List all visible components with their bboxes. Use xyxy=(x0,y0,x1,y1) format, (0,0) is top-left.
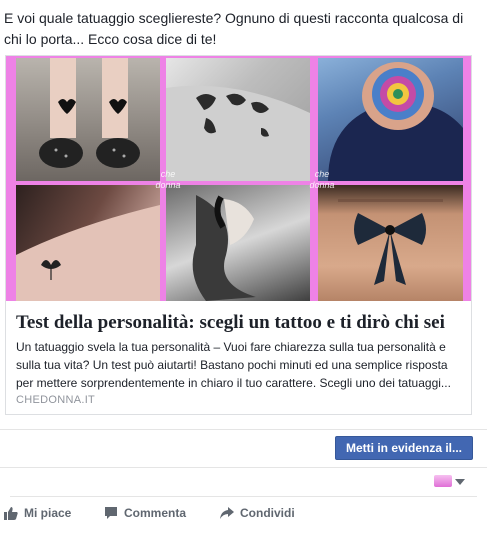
share-label: Condividi xyxy=(240,506,295,520)
link-domain: CHEDONNA.IT xyxy=(16,394,96,406)
comment-label: Commenta xyxy=(124,506,187,520)
collage-photo-world-map xyxy=(166,58,310,181)
collage-photo-mermaid xyxy=(166,185,310,301)
collage-photo-mandala-shoulder xyxy=(318,58,463,181)
tattoo-collage-image[interactable]: che donna che donna xyxy=(6,56,471,301)
collage-photo-heart-ankles xyxy=(16,58,160,181)
comment-icon xyxy=(104,506,118,520)
post-text: E voi quale tatuaggio scegliereste? Ognu… xyxy=(4,10,464,47)
page-avatar[interactable] xyxy=(434,475,452,487)
collage-watermark-logo: che donna xyxy=(309,169,335,190)
divider xyxy=(0,429,487,430)
link-title[interactable]: Test della personalità: scegli un tattoo… xyxy=(16,311,466,335)
divider xyxy=(0,467,487,468)
like-button[interactable]: Mi piace xyxy=(4,506,71,520)
post-actions-bar: Mi piace Commenta Condividi xyxy=(0,506,487,528)
link-preview-card[interactable]: che donna che donna Test della personali… xyxy=(5,55,472,415)
link-description: Un tatuaggio svela la tua personalità – … xyxy=(16,340,451,390)
collage-photo-lotus-wrist xyxy=(16,185,160,301)
boost-post-button[interactable]: Metti in evidenza il... xyxy=(335,436,473,460)
thumbs-up-icon xyxy=(4,506,18,520)
chevron-down-icon[interactable] xyxy=(455,479,465,485)
share-arrow-icon xyxy=(220,506,234,520)
like-label: Mi piace xyxy=(24,506,72,520)
share-button[interactable]: Condividi xyxy=(220,506,295,520)
collage-photo-bow-back xyxy=(318,185,463,301)
comment-button[interactable]: Commenta xyxy=(104,506,186,520)
collage-watermark-logo: che donna xyxy=(155,169,181,190)
divider xyxy=(10,496,477,497)
